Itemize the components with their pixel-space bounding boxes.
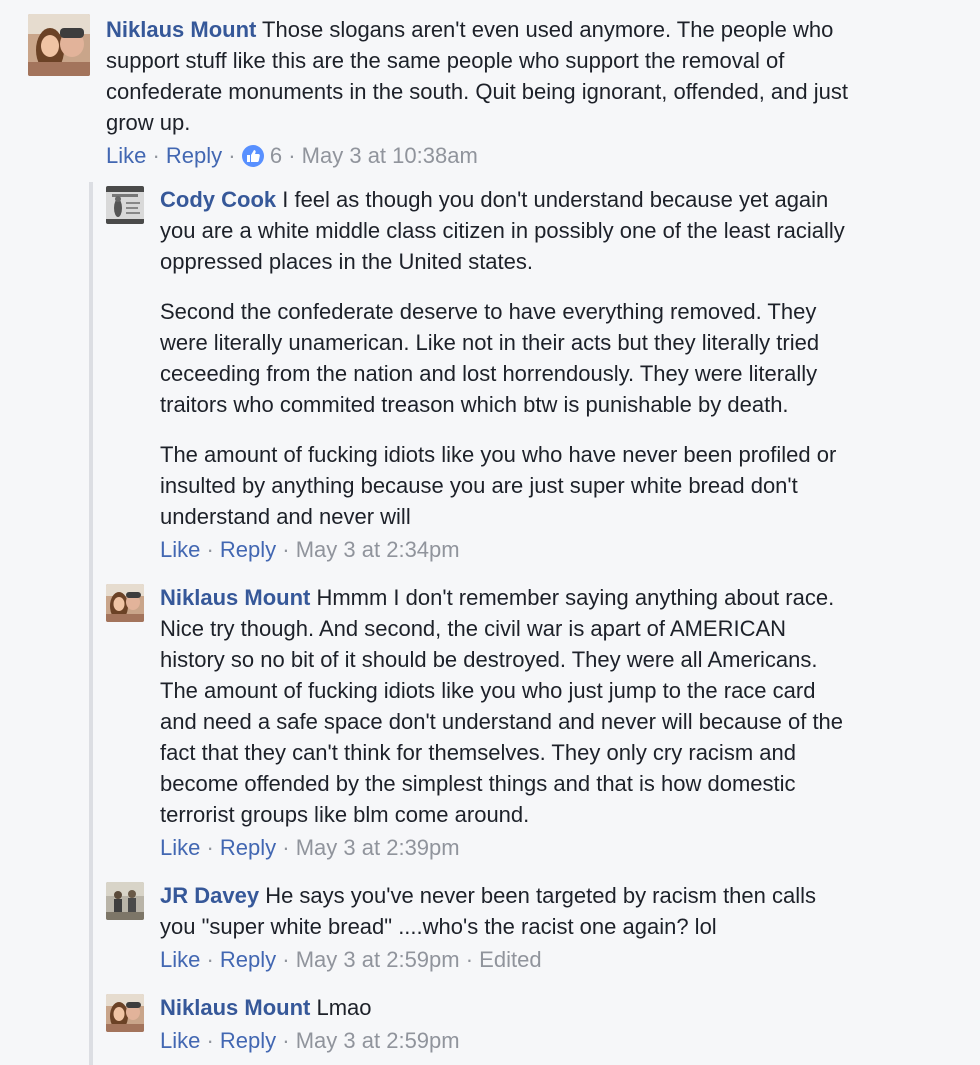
avatar-photo-icon (28, 14, 90, 76)
timestamp[interactable]: May 3 at 2:39pm (296, 835, 460, 860)
separator: · (200, 1028, 220, 1053)
paragraph: Cody Cook I feel as though you don't und… (160, 184, 960, 277)
comment-line: support stuff like this are the same peo… (106, 48, 785, 73)
paragraph: The amount of fucking idiots like you wh… (160, 439, 960, 532)
avatar[interactable] (106, 584, 144, 622)
like-button[interactable]: Like (160, 537, 200, 562)
comment-text: Niklaus Mount Hmmm I don't remember sayi… (160, 582, 960, 830)
reply-button[interactable]: Reply (220, 537, 276, 562)
comment-text: Niklaus Mount Lmao (160, 992, 960, 1023)
comment-line: history so no bit of it should be destro… (160, 647, 818, 672)
comment-actions: Like · Reply · May 3 at 2:39pm (160, 833, 460, 863)
separator: · (200, 947, 220, 972)
avatar-photo-icon (106, 882, 144, 920)
separator: · (276, 1028, 296, 1053)
comment-actions: Like · Reply · May 3 at 2:59pm · Edited (160, 945, 542, 975)
comment-line: understand and never will (160, 504, 411, 529)
comment-line: were literally unamerican. Like not in t… (160, 330, 820, 355)
comment-line: become offended by the simplest things a… (160, 771, 796, 796)
comment-line: you are a white middle class citizen in … (160, 218, 845, 243)
paragraph: Second the confederate deserve to have e… (160, 296, 960, 420)
like-button[interactable]: Like (160, 835, 200, 860)
avatar[interactable] (106, 882, 144, 920)
comment-line: insulted by anything because you are jus… (160, 473, 798, 498)
timestamp[interactable]: May 3 at 2:34pm (296, 537, 460, 562)
comment-line: terrorist groups like blm come around. (160, 802, 530, 827)
separator: · (459, 947, 480, 972)
comment-text: JR Davey He says you've never been targe… (160, 880, 960, 942)
separator: · (200, 537, 220, 562)
like-button[interactable]: Like (160, 947, 200, 972)
paragraph: Niklaus Mount Hmmm I don't remember sayi… (160, 582, 960, 830)
author-name[interactable]: Cody Cook (160, 187, 276, 212)
comment-line: you "super white bread" ....who's the ra… (160, 914, 717, 939)
reply-button[interactable]: Reply (220, 1028, 276, 1053)
like-button[interactable]: Like (160, 1028, 200, 1053)
reply-thread-line (89, 182, 93, 1065)
avatar-photo-icon (106, 994, 144, 1032)
avatar[interactable] (106, 994, 144, 1032)
comment-line: confederate monuments in the south. Quit… (106, 79, 848, 104)
thumbs-up-icon[interactable] (241, 145, 264, 167)
separator: · (282, 143, 302, 168)
comment-line: Hmmm I don't remember saying anything ab… (310, 585, 835, 610)
like-button[interactable]: Like (106, 143, 146, 168)
edited-label[interactable]: Edited (479, 947, 541, 972)
separator: · (276, 537, 296, 562)
timestamp[interactable]: May 3 at 2:59pm (296, 947, 460, 972)
comment-line: traitors who commited treason which btw … (160, 392, 789, 417)
reply-button[interactable]: Reply (220, 947, 276, 972)
comment-line: Second the confederate deserve to have e… (160, 299, 817, 324)
comment-line: The amount of fucking idiots like you wh… (160, 678, 816, 703)
paragraph: JR Davey He says you've never been targe… (160, 880, 960, 942)
comment-actions: Like · Reply · May 3 at 2:34pm (160, 535, 460, 565)
comment-line: Lmao (310, 995, 372, 1020)
comment-line: and need a safe space don't understand a… (160, 709, 844, 734)
comment-line: Those slogans aren't even used anymore. … (256, 17, 834, 42)
separator: · (276, 947, 296, 972)
separator: · (146, 143, 166, 168)
avatar-photo-icon (106, 584, 144, 622)
comment-line: He says you've never been targeted by ra… (259, 883, 817, 908)
comment-line: The amount of fucking idiots like you wh… (160, 442, 837, 467)
reply-button[interactable]: Reply (166, 143, 222, 168)
author-name[interactable]: Niklaus Mount (106, 17, 256, 42)
comment-text: Cody Cook I feel as though you don't und… (160, 184, 960, 551)
comment-line: ceceeding from the nation and lost horre… (160, 361, 818, 386)
author-name[interactable]: JR Davey (160, 883, 259, 908)
reply-button[interactable]: Reply (220, 835, 276, 860)
comment-line: grow up. (106, 110, 191, 135)
comment-actions: Like · Reply · May 3 at 2:59pm (160, 1026, 460, 1056)
timestamp[interactable]: May 3 at 10:38am (302, 143, 478, 168)
avatar-photo-icon (106, 186, 144, 224)
comment-line: I feel as though you don't understand be… (276, 187, 829, 212)
comment-line: fact that they can't think for themselve… (160, 740, 796, 765)
avatar[interactable] (28, 14, 90, 76)
comment-text: Niklaus Mount Those slogans aren't even … (106, 14, 946, 138)
author-name[interactable]: Niklaus Mount (160, 995, 310, 1020)
comment-line: oppressed places in the United states. (160, 249, 534, 274)
avatar[interactable] (106, 186, 144, 224)
separator: · (276, 835, 296, 860)
timestamp[interactable]: May 3 at 2:59pm (296, 1028, 460, 1053)
comment-line: Nice try though. And second, the civil w… (160, 616, 787, 641)
author-name[interactable]: Niklaus Mount (160, 585, 310, 610)
comment-actions: Like · Reply · 6 · May 3 at 10:38am (106, 141, 478, 171)
separator: · (200, 835, 220, 860)
separator: · (222, 143, 242, 168)
reaction-count[interactable]: 6 (270, 143, 282, 168)
